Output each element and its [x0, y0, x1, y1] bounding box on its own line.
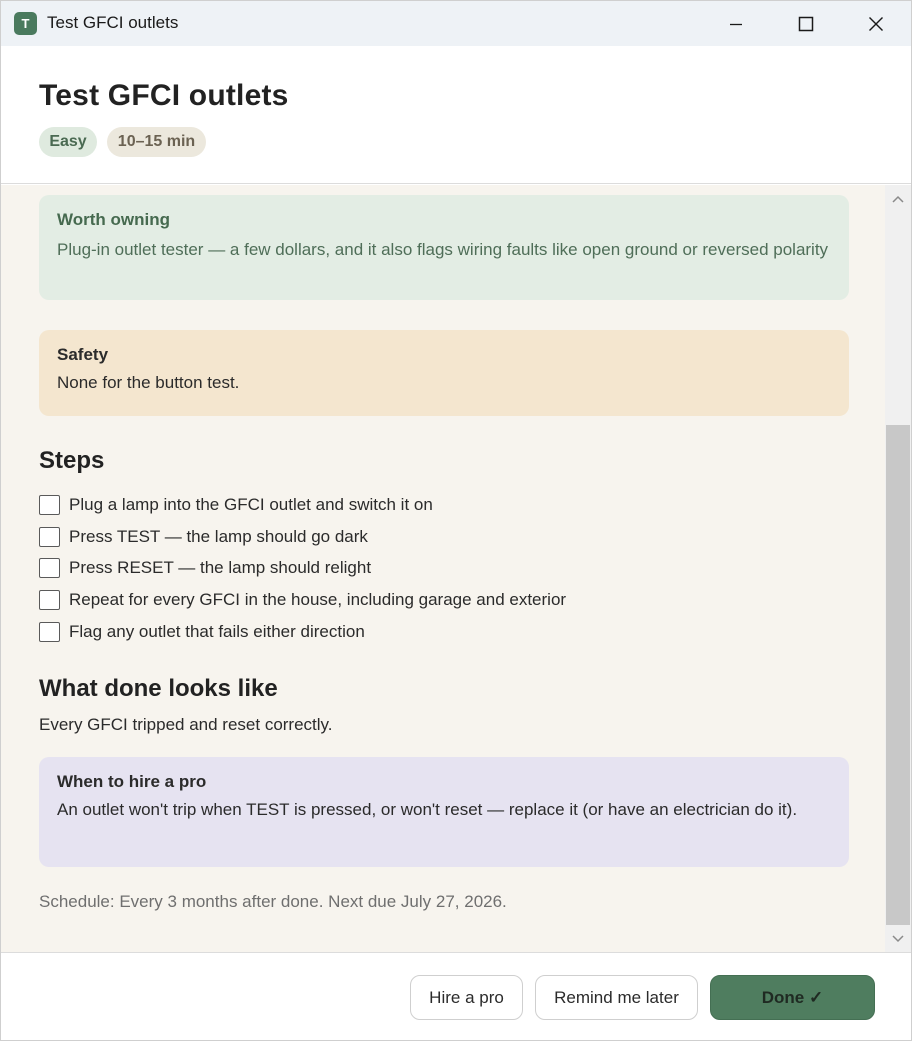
- step-label[interactable]: Plug a lamp into the GFCI outlet and swi…: [69, 495, 433, 515]
- step-label[interactable]: Press RESET — the lamp should relight: [69, 558, 371, 578]
- close-icon: [869, 16, 883, 31]
- task-content[interactable]: Worth owning Plug-in outlet tester — a f…: [1, 185, 885, 952]
- safety-card: Safety None for the button test.: [39, 330, 849, 416]
- vertical-scrollbar[interactable]: [885, 185, 911, 952]
- step-label[interactable]: Press TEST — the lamp should go dark: [69, 527, 368, 547]
- step-checkbox[interactable]: [39, 558, 60, 579]
- page-title: Test GFCI outlets: [39, 79, 289, 112]
- step-label[interactable]: Repeat for every GFCI in the house, incl…: [69, 590, 566, 610]
- app-window: T Test GFCI outlets Test GFCI outlets Ea…: [0, 0, 912, 1041]
- chevron-down-icon: [892, 935, 904, 943]
- steps-heading: Steps: [39, 447, 105, 474]
- scroll-up-button[interactable]: [885, 187, 911, 211]
- worth-owning-title: Worth owning: [57, 210, 170, 229]
- step-item[interactable]: Plug a lamp into the GFCI outlet and swi…: [39, 489, 839, 521]
- safety-title: Safety: [57, 345, 109, 364]
- minimize-button[interactable]: [701, 1, 771, 46]
- title-bar[interactable]: T Test GFCI outlets: [1, 1, 911, 46]
- action-footer: Hire a pro Remind me later Done ✓: [1, 952, 911, 1040]
- worth-owning-body: Plug-in outlet tester — a few dollars, a…: [57, 240, 829, 259]
- step-label[interactable]: Flag any outlet that fails either direct…: [69, 622, 365, 642]
- hire-pro-card: When to hire a pro An outlet won't trip …: [39, 757, 849, 867]
- step-item[interactable]: Flag any outlet that fails either direct…: [39, 616, 839, 648]
- steps-list: Plug a lamp into the GFCI outlet and swi…: [39, 489, 839, 647]
- maximize-button[interactable]: [771, 1, 841, 46]
- minimize-icon: [730, 23, 742, 25]
- step-checkbox[interactable]: [39, 621, 60, 642]
- step-checkbox[interactable]: [39, 589, 60, 610]
- scroll-down-button[interactable]: [885, 927, 911, 951]
- safety-body: None for the button test.: [57, 373, 240, 392]
- difficulty-badge: Easy: [39, 127, 97, 157]
- step-item[interactable]: Press RESET — the lamp should relight: [39, 552, 839, 584]
- schedule-text: Schedule: Every 3 months after done. Nex…: [39, 892, 507, 911]
- hire-pro-title: When to hire a pro: [57, 772, 207, 791]
- close-button[interactable]: [841, 1, 911, 46]
- app-icon: T: [14, 12, 37, 35]
- task-header: Test GFCI outlets Easy 10–15 min: [1, 46, 911, 184]
- step-item[interactable]: Repeat for every GFCI in the house, incl…: [39, 584, 839, 616]
- step-checkbox[interactable]: [39, 494, 60, 515]
- worth-owning-card: Worth owning Plug-in outlet tester — a f…: [39, 195, 849, 300]
- step-item[interactable]: Press TEST — the lamp should go dark: [39, 521, 839, 553]
- chevron-up-icon: [892, 195, 904, 203]
- done-heading: What done looks like: [39, 675, 278, 702]
- duration-badge: 10–15 min: [107, 127, 206, 157]
- hire-pro-body: An outlet won't trip when TEST is presse…: [57, 800, 798, 819]
- maximize-icon: [798, 16, 814, 31]
- done-button[interactable]: Done ✓: [710, 975, 875, 1020]
- hire-pro-button[interactable]: Hire a pro: [410, 975, 523, 1020]
- remind-later-button[interactable]: Remind me later: [535, 975, 698, 1020]
- scroll-thumb[interactable]: [886, 425, 910, 925]
- window-title: Test GFCI outlets: [47, 13, 179, 32]
- step-checkbox[interactable]: [39, 526, 60, 547]
- done-description: Every GFCI tripped and reset correctly.: [39, 715, 333, 734]
